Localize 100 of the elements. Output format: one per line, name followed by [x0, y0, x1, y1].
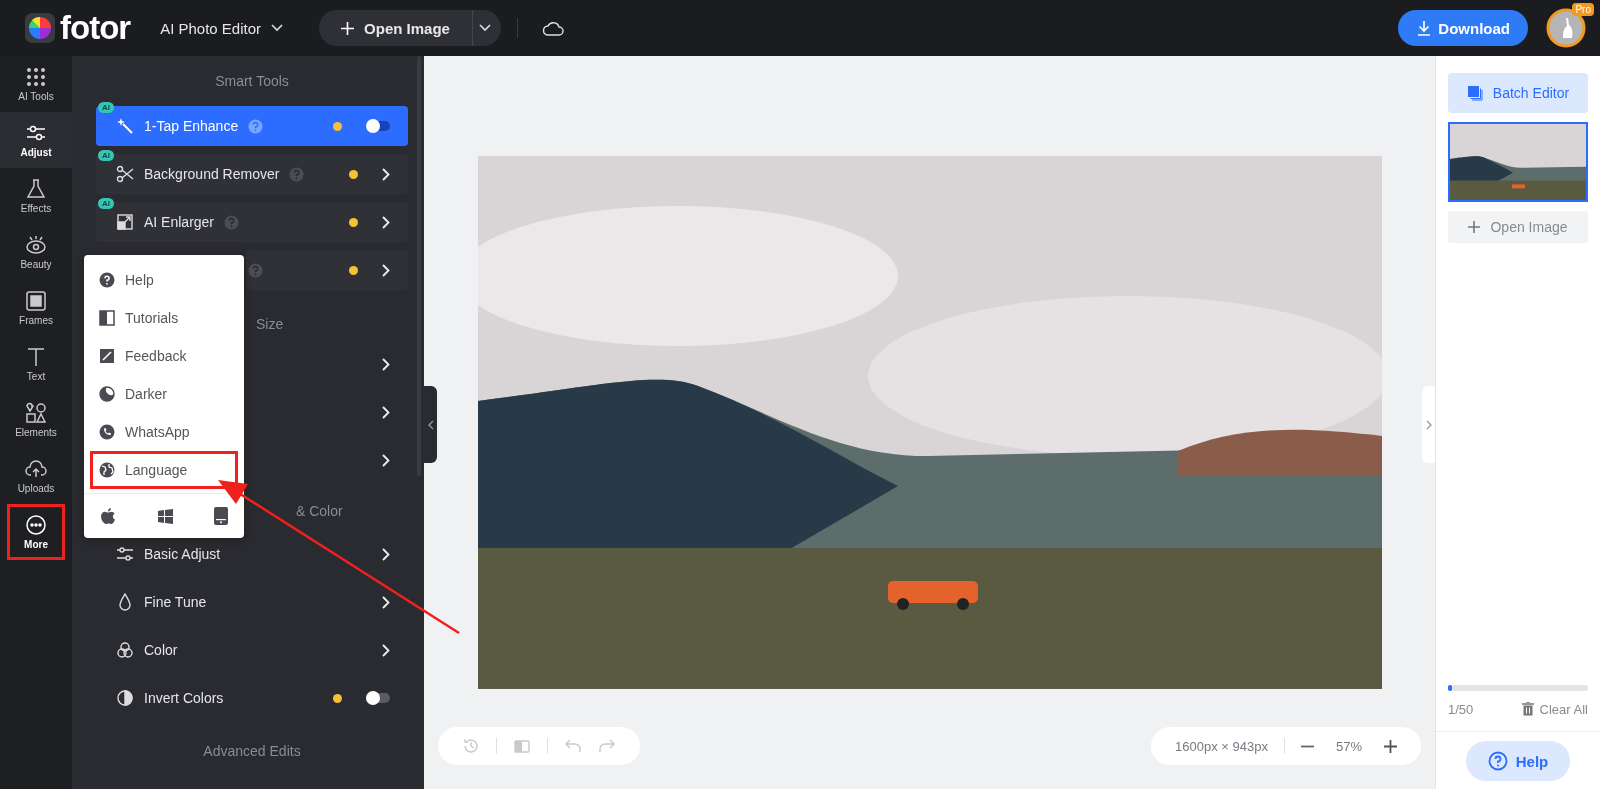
plus-icon: [1468, 221, 1481, 233]
sliders-icon: [116, 545, 134, 563]
section-heading: & Color: [296, 503, 343, 519]
globe-icon: [99, 462, 115, 478]
download-icon: [1416, 20, 1433, 36]
tool-label: 1-Tap Enhance: [144, 118, 239, 134]
menu-item[interactable]: WhatsApp: [90, 413, 238, 451]
more-icon: [25, 514, 47, 536]
dots-icon: [25, 66, 47, 88]
invert-icon: [116, 689, 134, 707]
expand-handle[interactable]: [1422, 386, 1435, 463]
open-image-button[interactable]: Open Image: [319, 10, 473, 46]
tool-row[interactable]: Basic Adjust: [96, 534, 408, 574]
toggle-switch[interactable]: [366, 693, 390, 703]
rail-item[interactable]: AI Tools: [0, 56, 72, 112]
tool-label: AI Enlarger: [144, 214, 215, 230]
plus-icon: [341, 21, 355, 35]
book-icon: [99, 310, 115, 326]
rail-item[interactable]: More: [7, 504, 65, 560]
editor-menu[interactable]: AI Photo Editor: [160, 19, 284, 37]
wand-icon: [116, 117, 134, 135]
tool-label: Color: [144, 642, 178, 658]
logo-icon: [24, 12, 56, 44]
menu-item[interactable]: Language: [90, 451, 238, 489]
trash-icon: [1521, 702, 1534, 716]
rail-item[interactable]: Frames: [0, 280, 72, 336]
chevron-right-icon: [382, 595, 390, 609]
chevron-down-icon: [271, 24, 284, 32]
rail-item[interactable]: Adjust: [0, 112, 72, 168]
collapse-handle[interactable]: [424, 386, 437, 463]
clear-all-button[interactable]: Clear All: [1521, 701, 1588, 717]
batch-editor-button[interactable]: Batch Editor: [1448, 73, 1588, 113]
logo-text[interactable]: fotor: [60, 9, 131, 47]
shapes-icon: [25, 402, 47, 424]
scissors-icon: [116, 165, 134, 183]
tool-row[interactable]: [246, 250, 408, 290]
section-heading: Size: [256, 316, 284, 332]
menu-item[interactable]: Feedback: [90, 337, 238, 375]
chevron-right-icon: [382, 643, 390, 657]
chevron-down-icon: [478, 24, 491, 32]
chevron-right-icon: [382, 167, 390, 181]
tool-row[interactable]: Color: [96, 630, 408, 670]
ai-badge: AI: [98, 102, 114, 113]
redo-icon[interactable]: [598, 737, 616, 755]
windows-icon[interactable]: [157, 508, 173, 524]
flask-icon: [25, 178, 47, 200]
rail-item[interactable]: Effects: [0, 168, 72, 224]
tool-label: Invert Colors: [144, 690, 224, 706]
eye-icon: [25, 234, 47, 256]
chevron-right-icon: [382, 357, 390, 371]
image-thumbnail[interactable]: [1448, 122, 1588, 202]
chevron-right-icon: [382, 263, 390, 277]
section-heading: Advanced Edits: [203, 743, 301, 759]
layers-icon: [1466, 85, 1483, 101]
text-icon: [25, 346, 47, 368]
moon-icon: [99, 386, 115, 402]
help-icon[interactable]: [289, 166, 305, 182]
plus-icon[interactable]: [1384, 739, 1397, 753]
chevron-left-icon: [427, 419, 434, 430]
tool-label: Fine Tune: [144, 594, 207, 610]
tool-row[interactable]: Invert Colors: [96, 678, 408, 718]
rail-item[interactable]: Uploads: [0, 448, 72, 504]
menu-item[interactable]: Darker: [90, 375, 238, 413]
tool-label: Basic Adjust: [144, 546, 221, 562]
tool-row[interactable]: Fine Tune: [96, 582, 408, 622]
pro-badge: Pro: [1572, 3, 1594, 16]
rail-item[interactable]: Text: [0, 336, 72, 392]
chevron-right-icon: [382, 215, 390, 229]
cloud-icon[interactable]: [541, 20, 564, 36]
ai-badge: AI: [98, 198, 114, 209]
circles-icon: [116, 641, 134, 659]
help-icon: [99, 272, 115, 288]
undo-icon[interactable]: [564, 737, 582, 755]
ai-badge: AI: [98, 150, 114, 161]
section-heading: Smart Tools: [215, 73, 289, 89]
compare-icon[interactable]: [513, 737, 531, 755]
menu-item[interactable]: Help: [90, 261, 238, 299]
zoom-level: 57%: [1335, 738, 1362, 754]
image-size: 1600px × 943px: [1175, 738, 1268, 754]
upload-icon: [25, 458, 47, 480]
help-icon[interactable]: [224, 214, 240, 230]
toggle-switch[interactable]: [366, 121, 390, 131]
rail-item[interactable]: Beauty: [0, 224, 72, 280]
history-icon[interactable]: [462, 737, 480, 755]
image-count: 1/50: [1448, 701, 1474, 717]
apple-icon[interactable]: [100, 507, 116, 525]
chevron-right-icon: [1425, 419, 1432, 430]
rail-item[interactable]: Elements: [0, 392, 72, 448]
tablet-icon[interactable]: [214, 507, 228, 525]
enlarge-icon: [116, 213, 134, 231]
help-icon[interactable]: [248, 262, 263, 278]
chevron-right-icon: [382, 405, 390, 419]
download-button[interactable]: Download: [1398, 10, 1528, 46]
phone-icon: [99, 424, 115, 440]
help-icon[interactable]: [248, 118, 264, 134]
chevron-right-icon: [382, 453, 390, 467]
chevron-right-icon: [382, 547, 390, 561]
menu-item[interactable]: Tutorials: [90, 299, 238, 337]
frame-icon: [25, 290, 47, 312]
help-button[interactable]: Help: [1466, 741, 1570, 781]
